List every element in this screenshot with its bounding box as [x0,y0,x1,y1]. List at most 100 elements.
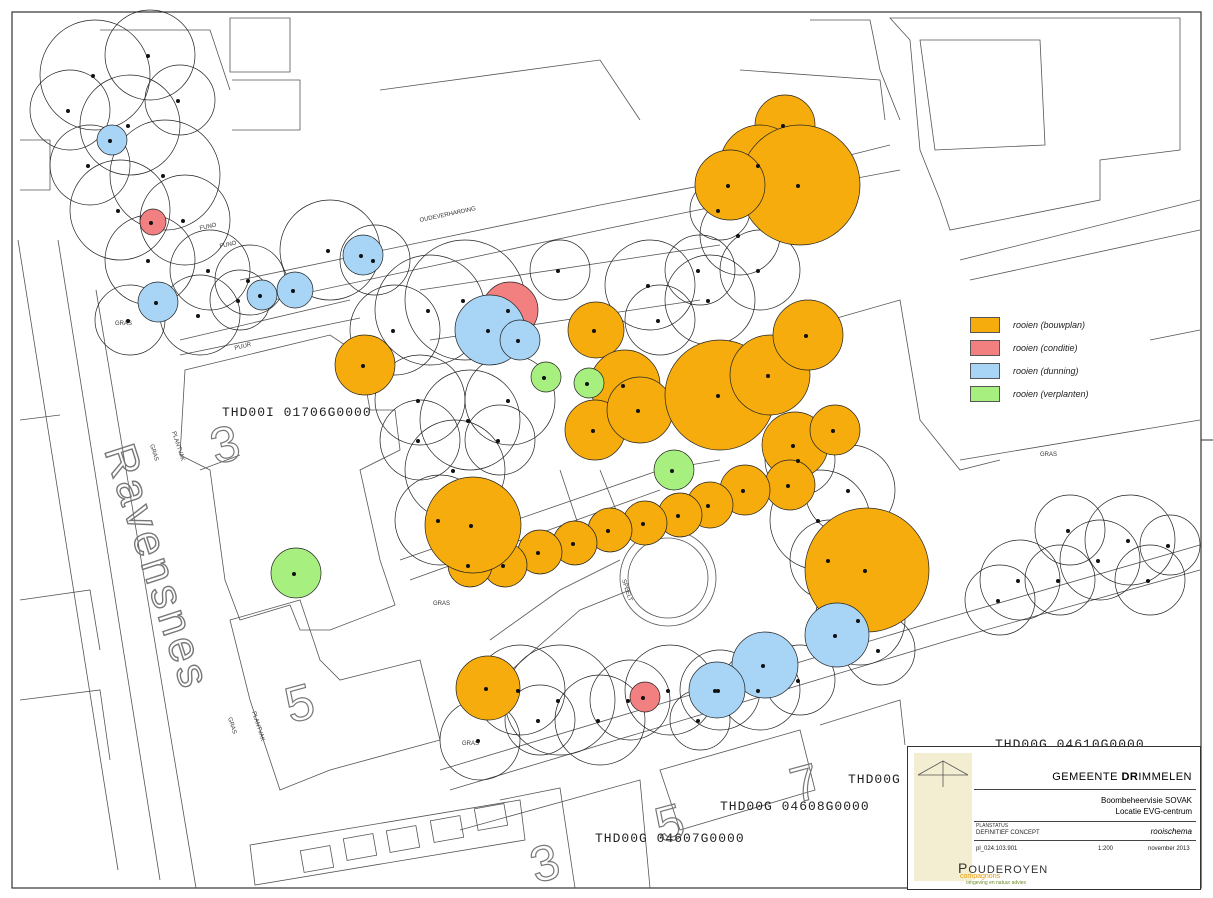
legend-item-verplanten: rooien (verplanten) [970,382,1120,405]
map-legend: rooien (bouwplan) rooien (conditie) rooi… [970,313,1120,405]
area-label: PLANTVAK [170,431,185,462]
tree-trunk [606,529,610,533]
tree-trunk [670,469,674,473]
tree-trunk [416,439,420,443]
tree-trunk [656,319,660,323]
tree-trunk [761,664,765,668]
tree-trunk [796,184,800,188]
tree-canopy-b [334,334,396,396]
tree-trunk [426,309,430,313]
tree-trunk [108,139,112,143]
parcel-label: THD00G 04607G0000 [595,831,745,846]
tree-canopy-b [809,404,861,456]
tree-trunk [516,689,520,693]
tree-canopy-b [764,459,816,511]
tree-trunk [736,234,740,238]
tree-trunk [176,99,180,103]
tree-trunk [833,634,837,638]
tree-trunk [436,519,440,523]
tree-canopy [1034,494,1106,566]
tree-trunk [666,689,670,693]
tree-trunk [791,444,795,448]
tree-canopy-c [139,208,167,236]
tree-trunk [1166,544,1170,548]
tree-canopy [464,404,536,476]
tree-trunk [516,339,520,343]
sheet-title: rooischema [1150,827,1192,836]
tree-trunk [371,259,375,263]
drawing-number: pl_024.103.901 [976,846,1018,852]
tree-trunk [86,164,90,168]
tree-trunk [716,394,720,398]
project-title: Boombeheervisie SOVAK Locatie EVG-centru… [1100,796,1192,816]
tree-canopy [104,9,196,101]
tree-trunk [846,489,850,493]
tree-trunk [496,439,500,443]
tree-canopy-b [455,655,521,721]
legend-swatch [970,385,1000,402]
tree-trunk [676,514,680,518]
tree-trunk [641,522,645,526]
tree-trunk [146,259,150,263]
tree-trunk [469,524,473,528]
tree-trunk [181,219,185,223]
tree-trunk [646,284,650,288]
tree-canopy-d [342,234,384,276]
tree-trunk [706,299,710,303]
tree-trunk [1096,559,1100,563]
tree-canopy-c [629,681,661,713]
tree-trunk [1016,579,1020,583]
tree-trunk [706,504,710,508]
tree-trunk [826,559,830,563]
tree-trunk [149,221,153,225]
tree-trunk [556,699,560,703]
tree-canopy-b [606,376,674,444]
tree-trunk [326,249,330,253]
legend-item-bouwplan: rooien (bouwplan) [970,313,1120,336]
tree-canopy-d [276,271,314,309]
tree-canopy-b [424,476,522,574]
tree-trunk [486,329,490,333]
tree-canopy [379,399,461,481]
tree-trunk [585,382,589,386]
tree-trunk [476,739,480,743]
tree-trunk [756,164,760,168]
area-label: OUDEVERHARDING [419,206,477,224]
tree-trunk [621,384,625,388]
tree-canopy [964,564,1036,636]
tree-trunk [876,649,880,653]
divider [974,821,1196,822]
tree-trunk [506,309,510,313]
tree-canopy [664,254,756,346]
legend-item-conditie: rooien (conditie) [970,336,1120,359]
tree-trunk [796,459,800,463]
tree-canopy-v [530,361,562,393]
tree-canopy [624,284,696,356]
company-tagline: omgeving en natuur advies [966,880,1027,886]
legend-item-dunning: rooien (dunning) [970,359,1120,382]
tree-trunk [591,429,595,433]
area-label: GRAS [226,717,237,735]
tree-trunk [726,184,730,188]
tree-trunk [466,419,470,423]
tree-trunk [484,687,488,691]
tree-canopy-d [137,281,179,323]
tree-trunk [592,329,596,333]
tree-trunk [696,269,700,273]
tree-trunk [831,429,835,433]
tree-trunk [786,484,790,488]
tree-trunk [542,376,546,380]
gable-logo-icon [917,760,969,787]
drawing-scale: 1:200 [1098,846,1114,852]
tree-trunk [66,109,70,113]
tree-trunk [361,364,365,368]
tree-canopy-d [96,124,128,156]
tree-trunk [1056,579,1060,583]
tree-canopy-b [694,149,766,221]
tree-trunk [996,599,1000,603]
status-caption: PLANSTATUS [976,823,1009,829]
tree-trunk [154,301,158,305]
tree-trunk [556,269,560,273]
tree-trunk [766,374,770,378]
drawing-date: november 2013 [1148,846,1190,852]
